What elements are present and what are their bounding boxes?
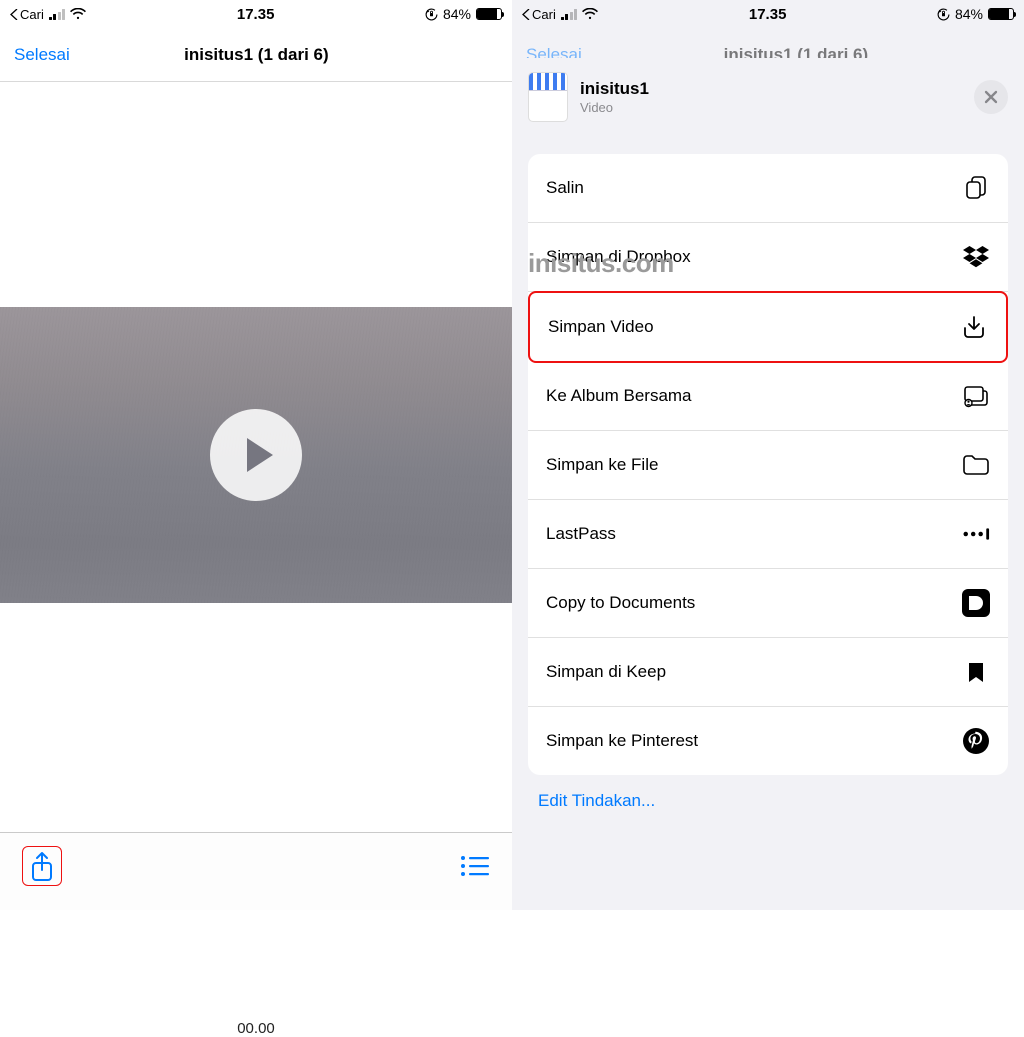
battery-icon	[988, 8, 1014, 20]
save-download-icon	[960, 313, 988, 341]
action-shared-album[interactable]: Ke Album Bersama	[528, 362, 1008, 431]
chevron-left-icon	[522, 9, 530, 20]
signal-icon	[561, 9, 578, 20]
chevron-left-icon	[10, 9, 18, 20]
statusbar-left-group: Cari	[10, 7, 86, 22]
documents-app-icon	[962, 589, 990, 617]
statusbar-back-label: Cari	[20, 7, 44, 22]
action-label: LastPass	[546, 524, 616, 544]
shared-album-icon	[962, 382, 990, 410]
sheet-header-text: inisitus1 Video	[580, 79, 649, 114]
action-copy[interactable]: Salin	[528, 154, 1008, 223]
action-label: Simpan ke Pinterest	[546, 731, 698, 751]
battery-percent: 84%	[955, 6, 983, 22]
sheet-header: inisitus1 Video	[512, 58, 1024, 146]
dropbox-icon	[962, 243, 990, 271]
lastpass-icon	[962, 520, 990, 548]
action-folder[interactable]: Simpan ke File	[528, 431, 1008, 500]
video-preview[interactable]	[0, 307, 512, 603]
file-thumbnail	[528, 72, 568, 122]
rotation-lock-icon	[937, 8, 950, 21]
list-button[interactable]	[460, 855, 490, 877]
share-button[interactable]	[22, 846, 62, 886]
action-documents-app[interactable]: Copy to Documents	[528, 569, 1008, 638]
page-title: inisitus1 (1 dari 6)	[15, 45, 498, 65]
action-bookmark[interactable]: Simpan di Keep	[528, 638, 1008, 707]
battery-icon	[476, 8, 502, 20]
sheet-subtitle: Video	[580, 100, 649, 115]
screen-right: Cari 17.35 84% Selesai in	[512, 0, 1024, 910]
statusbar-time: 17.35	[237, 6, 275, 23]
screen-left: Cari 17.35 84% Selesai	[0, 0, 512, 910]
edit-actions-link[interactable]: Edit Tindakan...	[512, 775, 1024, 811]
watermark: inisitus.com	[528, 248, 674, 279]
close-button[interactable]	[974, 80, 1008, 114]
video-area: 00.00	[0, 82, 512, 832]
statusbar-back[interactable]: Cari	[10, 7, 44, 22]
action-label: Simpan Video	[548, 317, 654, 337]
action-pinterest[interactable]: Simpan ke Pinterest	[528, 707, 1008, 775]
battery-percent: 84%	[443, 6, 471, 22]
action-label: Ke Album Bersama	[546, 386, 692, 406]
toolbar	[0, 832, 512, 910]
signal-icon	[49, 9, 66, 20]
copy-icon	[962, 174, 990, 202]
statusbar-right: Cari 17.35 84%	[512, 0, 1024, 28]
sheet-title: inisitus1	[580, 79, 649, 99]
statusbar-back[interactable]: Cari	[522, 7, 556, 22]
statusbar-time: 17.35	[749, 6, 787, 23]
play-button[interactable]	[210, 409, 302, 501]
bookmark-icon	[962, 658, 990, 686]
folder-icon	[962, 451, 990, 479]
close-icon	[984, 90, 998, 104]
share-sheet: inisitus1 Video SalinSimpan di DropboxSi…	[512, 58, 1024, 910]
statusbar-back-label: Cari	[532, 7, 556, 22]
wifi-icon	[70, 8, 86, 20]
wifi-icon	[582, 8, 598, 20]
action-label: Salin	[546, 178, 584, 198]
action-label: Simpan ke File	[546, 455, 658, 475]
pinterest-icon	[962, 727, 990, 755]
play-icon	[247, 438, 273, 472]
list-icon	[460, 855, 490, 877]
action-save-download[interactable]: Simpan Video	[528, 291, 1008, 363]
statusbar-left: Cari 17.35 84%	[0, 0, 512, 28]
action-lastpass[interactable]: LastPass	[528, 500, 1008, 569]
video-file-icon	[529, 73, 567, 91]
action-label: Copy to Documents	[546, 593, 695, 613]
share-icon	[29, 851, 55, 883]
action-label: Simpan di Keep	[546, 662, 666, 682]
rotation-lock-icon	[425, 8, 438, 21]
statusbar-right-group: 84%	[425, 6, 502, 22]
navbar: Selesai inisitus1 (1 dari 6)	[0, 28, 512, 82]
video-duration: 00.00	[0, 1020, 512, 1037]
